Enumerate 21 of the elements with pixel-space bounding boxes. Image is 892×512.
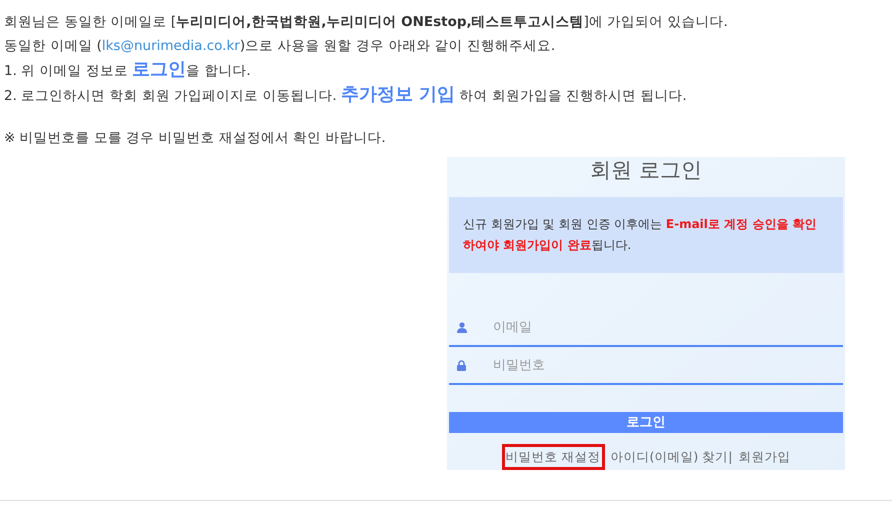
emphasis-text: 추가정보 기입	[340, 84, 456, 105]
alert-box: 신규 회원가입 및 회원 인증 이후에는 E-mail로 계정 승인을 확인 하여야 회원가입이 완료됩니다.	[449, 197, 843, 273]
login-title: 회원 로그인	[590, 157, 702, 183]
footer-link[interactable]: 아이디(이메일) 찾기|	[610, 447, 732, 467]
user-icon	[457, 322, 467, 333]
notice-text: 동일한 이메일 (	[4, 38, 102, 54]
note-text: ※ 비밀번호를 모를 경우 비밀번호 재설정에서 확인 바랍니다.	[4, 129, 386, 148]
notice-text: 을 합니다.	[186, 63, 251, 79]
notice-text: 하여 회원가입을 진행하시면 됩니다.	[458, 88, 687, 104]
login-button[interactable]: 로그인	[449, 412, 843, 433]
footer-link[interactable]: 회원가입	[738, 447, 790, 467]
input-field[interactable]: 이메일	[449, 309, 843, 347]
input-field[interactable]: 비밀번호	[449, 347, 843, 385]
notice-text: 1. 위 이메일 정보로	[4, 63, 129, 79]
footer-link[interactable]: 비밀번호 재설정	[502, 444, 605, 470]
notice-text: 회원님은 동일한 이메일로 [누리미디어,한국법학원,누리미디어 ONEstop,테스트투고시스템]에 가입되어 있습니다.	[4, 14, 728, 30]
emphasis-text: 로그인	[132, 59, 186, 80]
lock-icon	[457, 360, 466, 371]
notice-text: )으로 사용을 원할 경우 아래와 같이 진행해주세요.	[240, 38, 556, 54]
notice-text: 2. 로그인하시면 학회 회원 가입페이지로 이동됩니다.	[4, 88, 338, 104]
email-link[interactable]: lks@nurimedia.co.kr	[102, 38, 240, 54]
